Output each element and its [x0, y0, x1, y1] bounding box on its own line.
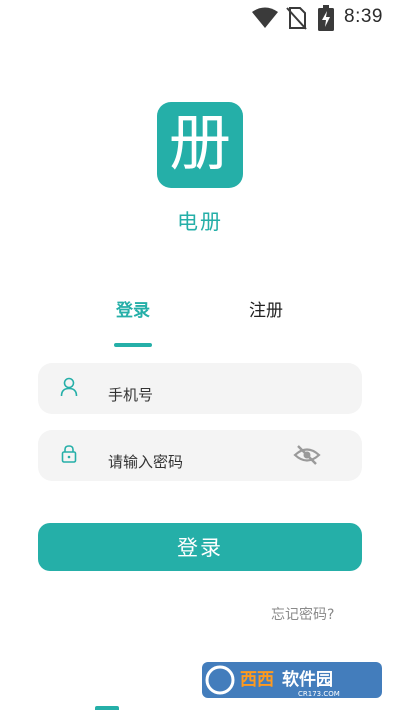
login-button[interactable]: 登录 — [38, 523, 362, 571]
phone-field[interactable] — [38, 363, 362, 414]
app-logo: 册 — [157, 102, 243, 188]
forgot-password-link[interactable]: 忘记密码? — [271, 604, 334, 624]
app-logo-glyph: 册 — [168, 106, 231, 179]
eye-off-icon[interactable] — [293, 443, 321, 467]
svg-text:CR173.COM: CR173.COM — [298, 690, 340, 698]
phone-input[interactable] — [108, 381, 308, 409]
status-time: 8:39 — [344, 6, 383, 27]
wifi-icon — [252, 7, 278, 28]
login-screen: 8:39 册 电册 登录 注册 登录 忘记密码? — [0, 0, 400, 710]
tab-login[interactable]: 登录 — [93, 296, 173, 321]
tab-register[interactable]: 注册 — [226, 296, 306, 321]
svg-text:软件园: 软件园 — [282, 669, 333, 690]
status-bar: 8:39 — [0, 0, 400, 36]
battery-charging-icon — [318, 5, 334, 31]
lock-icon — [61, 445, 77, 463]
no-sim-icon — [286, 7, 307, 30]
bottom-edge-element — [95, 706, 119, 710]
app-name: 电册 — [177, 210, 223, 234]
svg-text:西西: 西西 — [240, 670, 274, 690]
site-watermark-logo: 西西 软件园 CR173.COM — [202, 662, 382, 698]
active-tab-indicator — [114, 343, 152, 347]
user-icon — [60, 377, 78, 397]
password-field[interactable] — [38, 430, 362, 481]
password-input[interactable] — [108, 448, 308, 476]
